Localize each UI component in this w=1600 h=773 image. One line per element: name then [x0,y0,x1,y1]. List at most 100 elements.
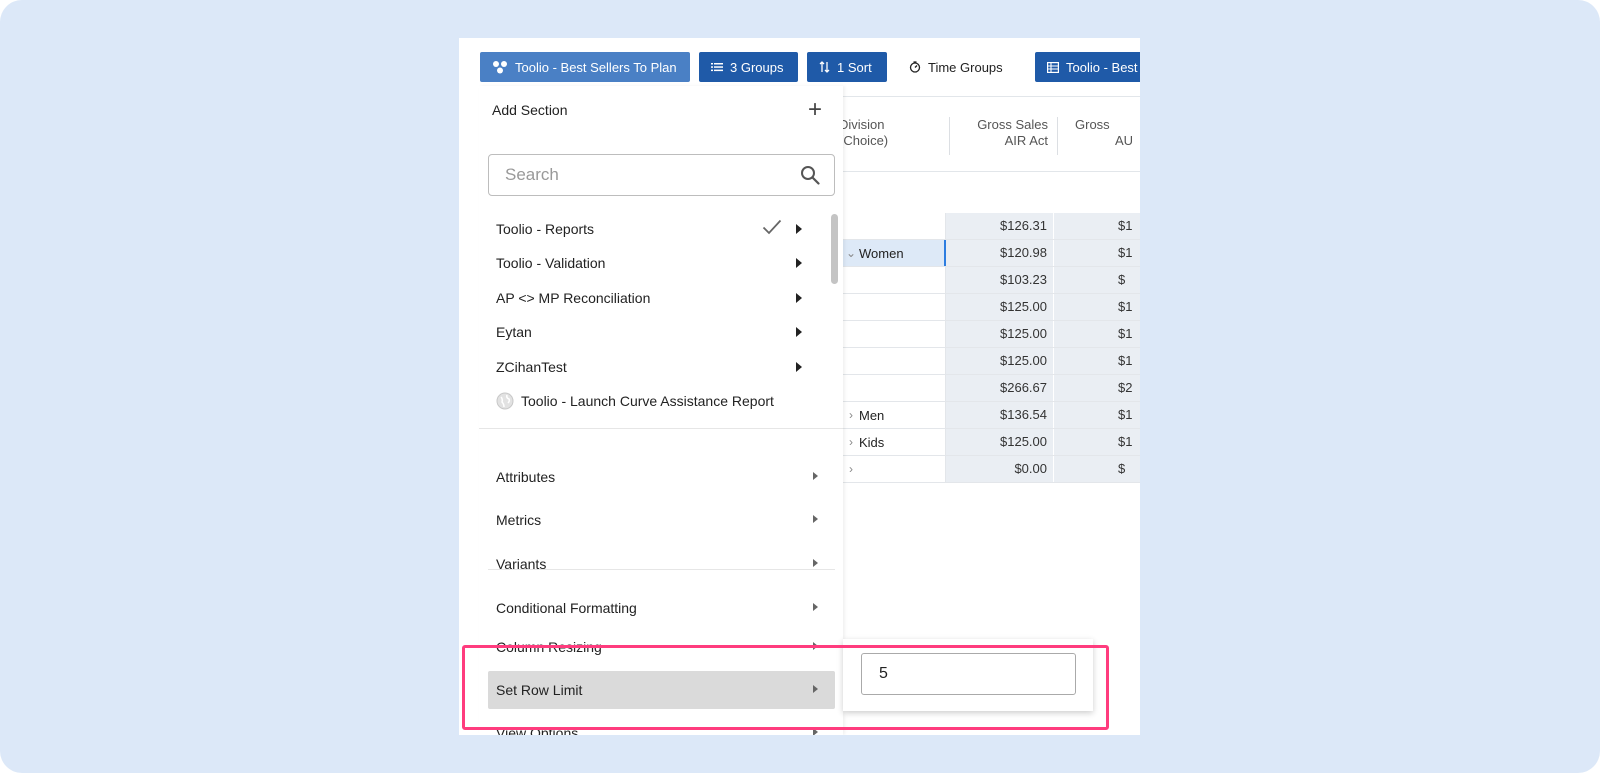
cell-gross-2[interactable]: $1 [1054,213,1140,239]
cell-gross-sales[interactable]: $266.67 [946,375,1053,401]
menu-item-label: View Options [496,725,579,735]
section-item[interactable]: Eytan [496,315,816,349]
sort-button[interactable]: 1 Sort [807,52,887,82]
section-item[interactable]: Toolio - Reports [496,212,816,246]
header-gross-sales[interactable]: Gross Sales AIR Act [954,117,1048,149]
table-row[interactable]: ⌄ Women $120.98 $1 [839,240,1140,267]
table-row[interactable]: › Men $136.54 $1 [839,402,1140,429]
menu-item-label: Metrics [496,512,542,528]
cell-gross-2[interactable]: $1 [1054,321,1140,347]
cell-gross-2[interactable]: $1 [1054,429,1140,455]
table-row[interactable]: › $0.00 $ [839,456,1140,483]
chevron-right-icon[interactable]: › [843,462,859,476]
section-item[interactable]: Toolio - Launch Curve Assistance Report [496,384,816,418]
list-icon [711,62,723,72]
menu-item-attributes[interactable]: Attributes [488,458,835,496]
cell-gross-2[interactable]: $1 [1054,240,1140,266]
row-limit-flyout [843,639,1093,711]
row-limit-input[interactable] [861,653,1076,695]
row-label-text: Kids [859,434,885,450]
header-divider[interactable] [1057,117,1058,155]
groups-button[interactable]: 3 Groups [699,52,798,82]
cell-gross-2[interactable]: $2 [1054,375,1140,401]
table-row[interactable]: $125.00 $1 [839,321,1140,348]
view-selector-label: Toolio - Best Sellers To Plan [515,59,677,75]
menu-item-label: Conditional Formatting [496,600,637,616]
header-division[interactable]: Division (Choice) [839,117,899,149]
menu-item-label: Attributes [496,469,556,485]
search-icon[interactable] [800,165,820,190]
cell-gross-sales[interactable]: $0.00 [946,456,1053,482]
menu-item-column-resizing[interactable]: Column Resizing [488,628,835,666]
section-item-label: AP <> MP Reconciliation [496,290,651,306]
cell-gross-2[interactable]: $ [1054,267,1140,293]
menu-item-set-row-limit[interactable]: Set Row Limit [488,671,835,709]
menu-item-metrics[interactable]: Metrics [488,501,835,539]
time-groups-button[interactable]: Time Groups [897,52,1018,82]
cell-gross-sales[interactable]: $103.23 [946,267,1053,293]
row-label-text: Women [859,245,904,261]
section-list: Toolio - Reports Toolio - Validation AP … [479,212,843,424]
sort-icon [819,61,830,73]
cell-gross-2[interactable]: $1 [1054,348,1140,374]
cell-gross-sales[interactable]: $120.98 [946,240,1053,266]
cell-gross-sales[interactable]: $126.31 [946,213,1053,239]
section-item[interactable]: AP <> MP Reconciliation [496,281,816,315]
section-item-label: Toolio - Validation [496,255,606,271]
plus-icon[interactable]: + [808,98,822,122]
menu-item-variants[interactable]: Variants [488,545,835,583]
row-label[interactable]: › Men [839,402,946,428]
plan-selector-button[interactable]: Toolio - Best [1035,52,1140,82]
caret-right-icon [813,642,818,650]
row-label [839,267,946,293]
time-groups-label: Time Groups [928,59,1003,75]
table-row[interactable]: › Kids $125.00 $1 [839,429,1140,456]
header-gross2-line2: AU [1115,133,1134,148]
row-label [839,348,946,374]
search-input[interactable] [505,155,785,195]
cell-gross-2[interactable]: $1 [1054,294,1140,320]
header-gross-2[interactable]: Gross AU [1075,117,1140,149]
table-row[interactable]: $125.00 $1 [839,348,1140,375]
cell-gross-2[interactable]: $ [1054,456,1140,482]
app-window: Toolio - Best Sellers To Plan 3 Groups 1… [459,38,1140,735]
chevron-right-icon[interactable]: › [843,408,859,422]
scrollbar-thumb[interactable] [831,214,838,284]
menu-item-conditional-formatting[interactable]: Conditional Formatting [488,589,835,627]
row-label[interactable]: › Kids [839,429,946,455]
caret-right-icon [813,685,818,693]
section-item-label: Toolio - Reports [496,221,595,237]
divider [488,569,835,570]
sort-label: 1 Sort [837,59,872,75]
groups-label: 3 Groups [730,59,784,75]
plan-selector-label: Toolio - Best [1066,59,1138,75]
section-item-label: ZCihanTest [496,359,567,375]
cell-gross-sales[interactable]: $125.00 [946,294,1053,320]
cell-gross-sales[interactable]: $136.54 [946,402,1053,428]
row-label[interactable]: ⌄ Women [839,240,946,266]
table-row[interactable]: $266.67 $2 [839,375,1140,402]
view-selector-button[interactable]: Toolio - Best Sellers To Plan [480,52,690,82]
cell-gross-sales[interactable]: $125.00 [946,321,1053,347]
menu-item-label: Column Resizing [496,639,602,655]
globe-icon [496,392,514,410]
header-gross-line1: Gross Sales [977,117,1048,132]
section-item[interactable]: Toolio - Validation [496,246,816,280]
table-row[interactable]: $125.00 $1 [839,294,1140,321]
menu-item-view-options[interactable]: View Options [488,714,835,735]
data-grid: Division (Choice) Gross Sales AIR Act Gr… [839,96,1140,496]
caret-right-icon [796,327,802,337]
chevron-down-icon[interactable]: ⌄ [843,246,859,260]
cell-gross-sales[interactable]: $125.00 [946,429,1053,455]
header-divider[interactable] [949,117,950,155]
table-row[interactable]: $103.23 $ [839,267,1140,294]
section-item-label: Eytan [496,324,532,340]
cell-gross-sales[interactable]: $125.00 [946,348,1053,374]
table-row[interactable]: $126.31 $1 [839,213,1140,240]
section-item[interactable]: ZCihanTest [496,350,816,384]
row-label [839,213,946,239]
row-label[interactable]: › [839,456,946,482]
cell-gross-2[interactable]: $1 [1054,402,1140,428]
chevron-right-icon[interactable]: › [843,435,859,449]
checkmark-icon [762,219,782,238]
